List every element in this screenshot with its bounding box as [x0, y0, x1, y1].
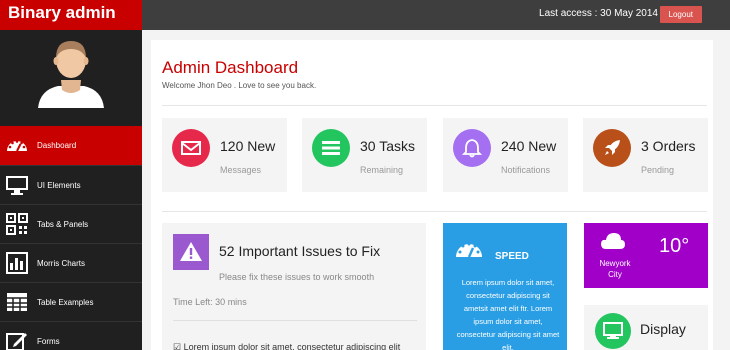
sidebar-item-label: Tabs & Panels: [37, 220, 89, 229]
sidebar-item-table-examples[interactable]: Table Examples: [0, 282, 142, 321]
sidebar-item-tabs-panels[interactable]: Tabs & Panels: [0, 204, 142, 243]
stat-icon-circle: [172, 129, 210, 167]
display-icon-circle: [595, 313, 631, 349]
list-icon: [322, 141, 340, 155]
stat-label: Remaining: [360, 165, 404, 175]
stat-label: Pending: [641, 165, 675, 175]
sidebar: Dashboard UI Elements Tabs & Panels Morr…: [0, 30, 142, 350]
stat-value: 120 New: [220, 138, 276, 154]
stat-icon-circle: [593, 129, 631, 167]
divider: [173, 320, 417, 321]
warning-icon: [180, 242, 202, 261]
bell-icon: [462, 139, 482, 158]
sidebar-item-label: Forms: [37, 337, 60, 346]
stat-value: 240 New: [501, 138, 557, 154]
stat-card-messages[interactable]: 120 New Messages: [162, 118, 287, 192]
temperature-value: 10°: [659, 235, 690, 257]
sidebar-item-label: Morris Charts: [37, 259, 86, 268]
qrcode-icon: [6, 213, 28, 235]
stat-label: Notifications: [501, 165, 551, 175]
display-panel: Display: [584, 305, 708, 350]
speed-text: Lorem ipsum dolor sit amet, consectetur …: [456, 278, 560, 350]
sidebar-item-morris-charts[interactable]: Morris Charts: [0, 243, 142, 282]
weather-panel: 10° Newyork City: [584, 223, 708, 288]
user-avatar-icon: [38, 41, 104, 108]
issues-icon-box: [173, 234, 209, 270]
stat-label: Messages: [220, 165, 262, 175]
dashboard-icon: [456, 242, 482, 258]
issues-title: 52 Important Issues to Fix: [219, 243, 381, 259]
last-access-text: Last access : 30 May 2014: [539, 8, 658, 19]
sidebar-item-label: Dashboard: [37, 141, 77, 150]
stat-value: 3 Orders: [641, 138, 696, 154]
desktop-icon: [603, 322, 623, 339]
brand-logo[interactable]: Binary admin: [0, 0, 142, 30]
task-text: Lorem ipsum dolor sit amet, consectetur …: [183, 342, 401, 350]
stat-card-orders[interactable]: 3 Orders Pending: [583, 118, 708, 192]
speed-panel: SPEED Lorem ipsum dolor sit amet, consec…: [443, 223, 567, 350]
divider: [162, 211, 707, 212]
city-name: Newyork City: [599, 259, 631, 279]
sidebar-item-ui-elements[interactable]: UI Elements: [0, 165, 142, 204]
bar-chart-icon: [6, 252, 28, 274]
sidebar-item-forms[interactable]: Forms: [0, 321, 142, 350]
dashboard-icon: [7, 140, 27, 152]
user-avatar: [0, 30, 142, 126]
stat-icon-circle: [312, 129, 350, 167]
rocket-icon: [605, 140, 620, 155]
sidebar-item-label: UI Elements: [37, 181, 81, 190]
stat-value: 30 Tasks: [360, 138, 415, 154]
task-item[interactable]: ☑ Lorem ipsum dolor sit amet, consectetu…: [173, 342, 417, 350]
page-title: Admin Dashboard: [162, 58, 299, 77]
checkbox-icon[interactable]: ☑: [173, 342, 181, 350]
stat-card-tasks[interactable]: 30 Tasks Remaining: [302, 118, 427, 192]
sidebar-item-dashboard[interactable]: Dashboard: [0, 126, 142, 165]
sidebar-item-label: Table Examples: [37, 298, 94, 307]
welcome-text: Welcome Jhon Deo . Love to see you back.: [162, 81, 317, 90]
main-content: Admin Dashboard Welcome Jhon Deo . Love …: [151, 40, 713, 350]
cloud-icon: [601, 233, 625, 249]
top-navbar: Binary admin Last access : 30 May 2014 L…: [0, 0, 730, 30]
issues-panel: 52 Important Issues to Fix Please fix th…: [162, 223, 426, 350]
table-icon: [7, 293, 27, 311]
stat-card-notifications[interactable]: 240 New Notifications: [443, 118, 568, 192]
time-left-text: Time Left: 30 mins: [173, 297, 247, 307]
stat-icon-circle: [453, 129, 491, 167]
issues-note: Please fix these issues to work smooth: [219, 272, 375, 282]
divider: [162, 105, 707, 106]
desktop-icon: [6, 176, 28, 195]
speed-title: SPEED: [495, 251, 529, 262]
envelope-icon: [181, 141, 201, 155]
logout-button[interactable]: Logout: [659, 6, 702, 23]
display-label: Display: [640, 321, 686, 337]
edit-icon: [6, 333, 27, 350]
